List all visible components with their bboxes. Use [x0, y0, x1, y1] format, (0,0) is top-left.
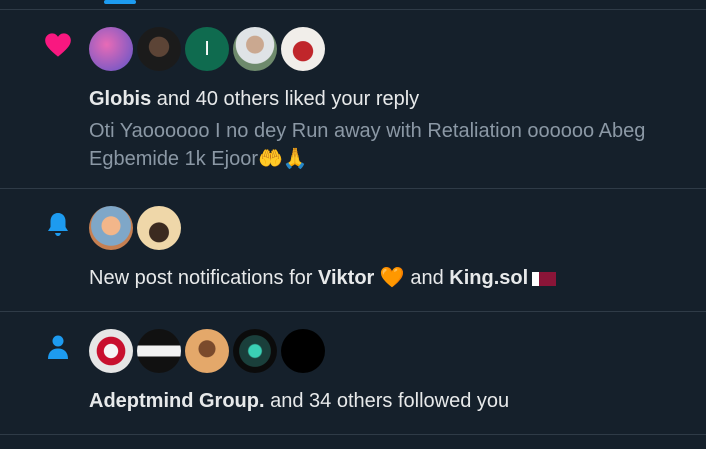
notification-post-alerts[interactable]: New post notifications for Viktor 🧡 and … — [0, 189, 706, 312]
avatar[interactable] — [137, 27, 181, 71]
prefix-text: New post notifications for — [89, 267, 318, 289]
notification-like[interactable]: I Globis and 40 others liked your reply … — [0, 10, 706, 189]
avatar[interactable] — [233, 329, 277, 373]
actor-name[interactable]: Globis — [89, 88, 151, 110]
person-icon — [44, 333, 72, 361]
conjunction-text: and — [404, 267, 450, 289]
heart-icon — [44, 31, 72, 59]
avatar[interactable] — [281, 329, 325, 373]
reply-preview[interactable]: Oti Yaoooooo I no dey Run away with Reta… — [89, 117, 699, 173]
like-text: and 40 others liked your reply — [151, 88, 420, 110]
qatar-flag-icon — [532, 271, 557, 286]
avatar[interactable]: I — [185, 27, 229, 71]
avatar[interactable] — [89, 27, 133, 71]
user-name-viktor[interactable]: Viktor — [318, 267, 374, 289]
reply-emojis: 🤲🙏 — [257, 148, 308, 170]
active-tab-indicator — [104, 0, 136, 4]
follow-text: and 34 others followed you — [264, 390, 510, 412]
bell-icon — [44, 210, 72, 238]
avatar[interactable] — [185, 329, 229, 373]
avatar[interactable] — [89, 329, 133, 373]
avatar[interactable] — [281, 27, 325, 71]
avatar[interactable] — [233, 27, 277, 71]
notification-follow[interactable]: Adeptmind Group. and 34 others followed … — [0, 312, 706, 435]
avatar[interactable] — [137, 329, 181, 373]
orange-heart-emoji: 🧡 — [379, 267, 405, 289]
actor-name[interactable]: Adeptmind Group. — [89, 390, 265, 412]
follow-summary: Adeptmind Group. and 34 others followed … — [89, 389, 509, 413]
like-summary: Globis and 40 others liked your reply — [89, 87, 419, 111]
avatar[interactable] — [137, 206, 181, 250]
user-name-kingsol[interactable]: King.sol — [449, 267, 528, 289]
reply-text: Oti Yaoooooo I no dey Run away with Reta… — [89, 120, 646, 170]
post-notification-text: New post notifications for Viktor 🧡 and … — [89, 266, 557, 290]
avatar[interactable] — [89, 206, 133, 250]
